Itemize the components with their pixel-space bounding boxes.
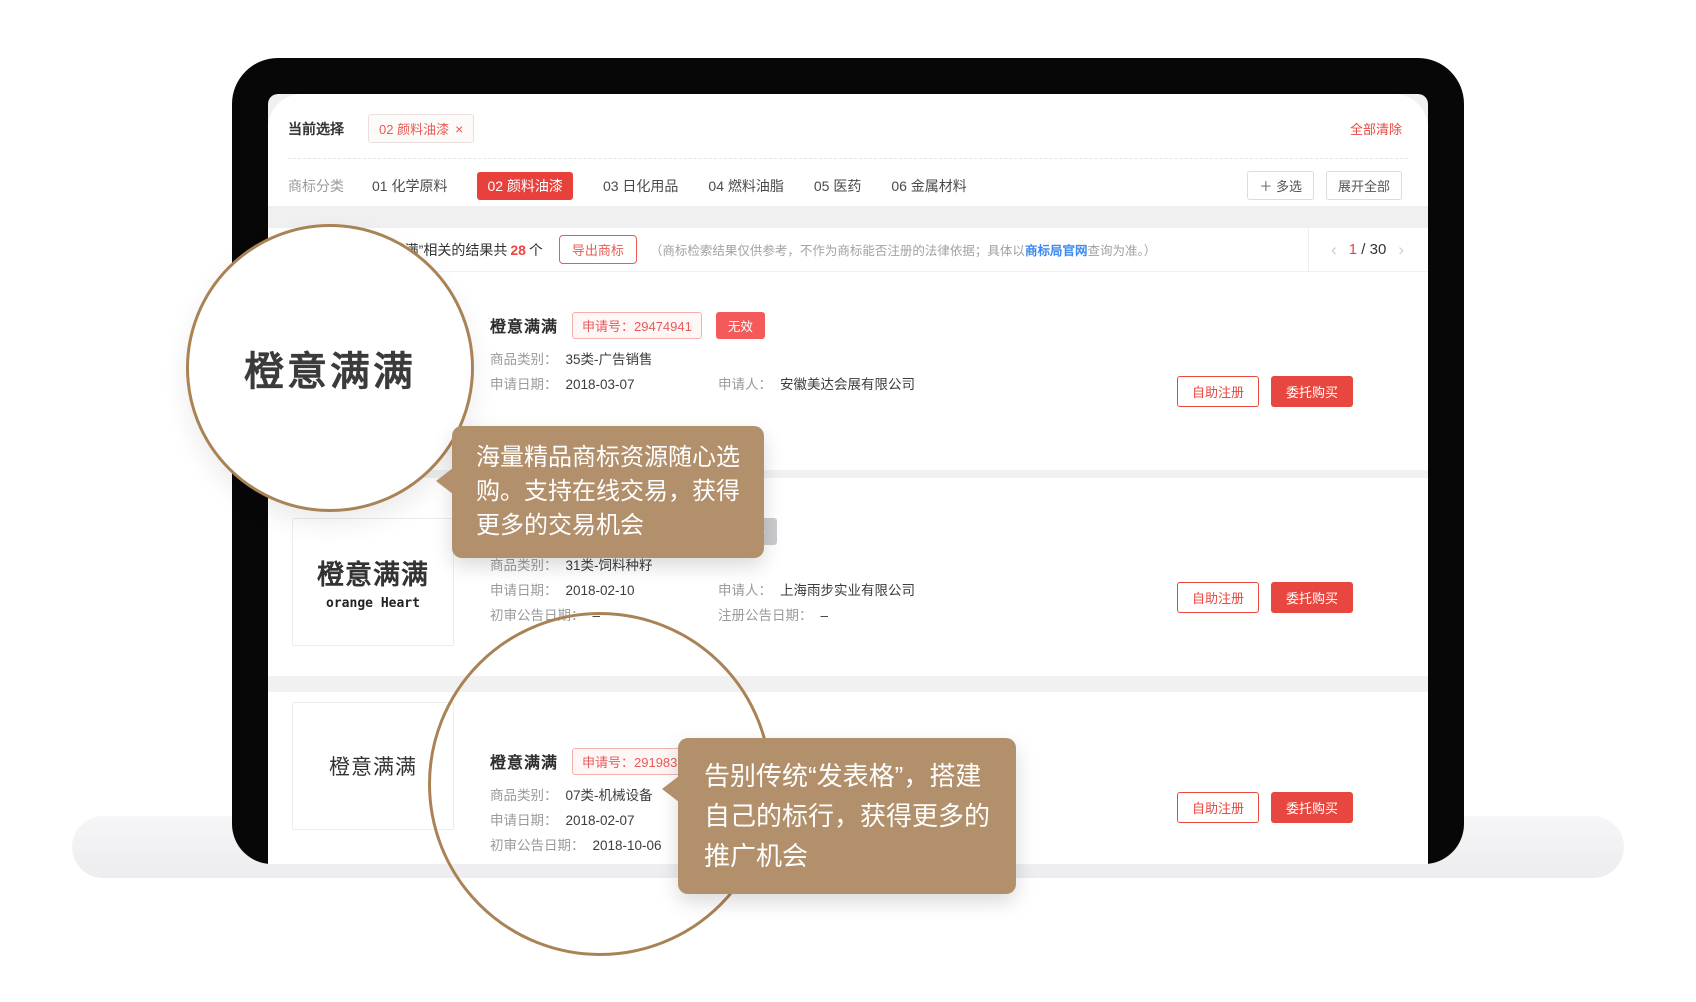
- tooltip-2-line: 告别传统“发表格”，搭建: [704, 756, 990, 796]
- category-item-06[interactable]: 06 金属材料: [891, 176, 966, 196]
- tooltip-2: 告别传统“发表格”，搭建 自己的标行，获得更多的 推广机会: [678, 738, 1016, 894]
- thumbnail-text: 橙意满满: [317, 553, 429, 592]
- category-field-label: 商品类别：: [490, 556, 558, 575]
- page-total: 30: [1370, 241, 1387, 258]
- thumbnail-text: 橙意满满: [329, 361, 417, 391]
- row-actions: 自助注册 委托购买: [1177, 582, 1353, 613]
- result-summary: 为您检索到“橙意满满”相关的结果共28个: [288, 240, 543, 260]
- apply-date-label: 申请日期：: [490, 811, 558, 830]
- self-register-button[interactable]: 自助注册: [1177, 376, 1259, 407]
- trademark-name: 橙意满满: [490, 749, 558, 773]
- tooltip-1: 海量精品商标资源随心选 购。支持在线交易，获得 更多的交易机会: [452, 426, 764, 558]
- first-publication-date-value: 2018-10-06: [593, 836, 662, 855]
- disclaimer-pre: （商标检索结果仅供参考，不作为商标能否注册的法律依据；具体以: [650, 244, 1025, 258]
- pagination-next-icon[interactable]: ›: [1398, 240, 1404, 260]
- apply-date-value: 2018-02-07: [566, 811, 635, 830]
- pagination-prev-icon[interactable]: ‹: [1331, 240, 1337, 260]
- tooltip-1-line: 海量精品商标资源随心选: [476, 441, 740, 475]
- apply-date-value: 2018-02-10: [566, 581, 635, 600]
- page-current: 1: [1349, 241, 1357, 258]
- tooltip-2-line: 推广机会: [704, 836, 990, 876]
- applicant-label: 申请人：: [718, 375, 772, 394]
- status-badge: 无效: [716, 312, 765, 339]
- applicant-label: 申请人：: [718, 581, 772, 600]
- row-divider: [268, 676, 1428, 692]
- row-actions: 自助注册 委托购买: [1177, 376, 1353, 407]
- apply-date-label: 申请日期：: [490, 375, 558, 394]
- registration-date-value: –: [821, 606, 829, 625]
- category-item-01[interactable]: 01 化学原料: [372, 176, 447, 196]
- category-field-value: 35类-广告销售: [566, 350, 653, 369]
- official-site-link[interactable]: 商标局官网: [1025, 244, 1088, 258]
- selected-filter-tag-text: 02 颜料油漆: [379, 119, 449, 138]
- entrust-buy-button[interactable]: 委托购买: [1271, 376, 1353, 407]
- export-button[interactable]: 导出商标: [559, 235, 637, 264]
- category-item-03[interactable]: 03 日化用品: [603, 176, 678, 196]
- disclaimer: （商标检索结果仅供参考，不作为商标能否注册的法律依据；具体以商标局官网查询为准。…: [650, 240, 1156, 259]
- expand-all-button[interactable]: 展开全部: [1326, 171, 1402, 200]
- category-field-label: 商品类别：: [490, 350, 558, 369]
- category-field-label: 商品类别：: [490, 786, 558, 805]
- category-row: 商标分类 01 化学原料 02 颜料油漆 03 日化用品 04 燃料油脂 05 …: [268, 159, 1428, 200]
- category-item-04[interactable]: 04 燃料油脂: [708, 176, 783, 196]
- clear-all-link[interactable]: 全部清除: [1350, 119, 1402, 138]
- trademark-name: 橙意满满: [490, 313, 558, 337]
- apply-date-value: 2018-03-07: [566, 375, 635, 394]
- row-actions: 自助注册 委托购买: [1177, 792, 1353, 823]
- registration-date-label: 注册公告日期：: [718, 606, 813, 625]
- category-field-value: 31类-饲料种籽: [566, 556, 653, 575]
- disclaimer-post: 查询为准。）: [1087, 244, 1156, 258]
- current-selection-row: 当前选择 02 颜料油漆 × 全部清除: [268, 94, 1428, 143]
- results-toolbar: 为您检索到“橙意满满”相关的结果共28个 导出商标 （商标检索结果仅供参考，不作…: [268, 228, 1428, 272]
- tooltip-arrow-left-icon: [436, 468, 453, 494]
- result-summary-suffix: 个: [529, 242, 543, 258]
- tooltip-2-line: 自己的标行，获得更多的: [704, 796, 990, 836]
- result-summary-prefix: 为您检索到“橙意满满”相关的结果共: [288, 242, 507, 258]
- first-publication-date-label: 初审公告日期：: [490, 836, 585, 855]
- thumbnail-text: 橙意满满: [329, 751, 417, 781]
- application-number-tag: 申请号：29474941: [572, 312, 702, 339]
- entrust-buy-button[interactable]: 委托购买: [1271, 582, 1353, 613]
- trademark-thumbnail: 橙意满满: [292, 702, 454, 830]
- tag-close-icon[interactable]: ×: [455, 122, 463, 136]
- applicant-value: 安徽美达会展有限公司: [780, 375, 915, 394]
- current-selection-label: 当前选择: [288, 119, 344, 139]
- table-row: 橙意满满 橙意满满 申请号：29474941 无效 商品类别： 35类-广告销售: [268, 272, 1428, 470]
- category-item-02-selected[interactable]: 02 颜料油漆: [477, 172, 572, 200]
- trademark-thumbnail: 橙意满满 orange Heart: [292, 518, 454, 646]
- self-register-button[interactable]: 自助注册: [1177, 582, 1259, 613]
- self-register-button[interactable]: 自助注册: [1177, 792, 1259, 823]
- tooltip-arrow-left-icon: [662, 776, 679, 802]
- category-field-value: 07类-机械设备: [566, 786, 653, 805]
- first-publication-date-label: 初审公告日期：: [490, 606, 585, 625]
- thumbnail-subtext: orange Heart: [326, 596, 420, 611]
- apply-date-label: 申请日期：: [490, 581, 558, 600]
- result-count: 28: [510, 242, 526, 258]
- tooltip-1-line: 更多的交易机会: [476, 509, 740, 543]
- table-row: 橙意满满 orange Heart 橙意满满 申请号：29482153 已注册 …: [268, 478, 1428, 676]
- first-publication-date-value: –: [593, 606, 601, 625]
- tooltip-1-line: 购。支持在线交易，获得: [476, 475, 740, 509]
- multi-select-button[interactable]: ＋ 多选: [1247, 171, 1314, 200]
- applicant-value: 上海雨步实业有限公司: [780, 581, 915, 600]
- entrust-buy-button[interactable]: 委托购买: [1271, 792, 1353, 823]
- filter-header: 当前选择 02 颜料油漆 × 全部清除 商标分类 01 化学原料 02 颜料油漆…: [268, 94, 1428, 206]
- pagination: ‹ 1 / 30 ›: [1308, 228, 1428, 271]
- page: 当前选择 02 颜料油漆 × 全部清除 商标分类 01 化学原料 02 颜料油漆…: [0, 0, 1696, 1002]
- page-separator: /: [1361, 241, 1365, 258]
- category-item-05[interactable]: 05 医药: [814, 176, 861, 196]
- category-label: 商标分类: [288, 176, 344, 196]
- trademark-thumbnail: 橙意满满: [292, 312, 454, 440]
- selected-filter-tag[interactable]: 02 颜料油漆 ×: [368, 114, 474, 143]
